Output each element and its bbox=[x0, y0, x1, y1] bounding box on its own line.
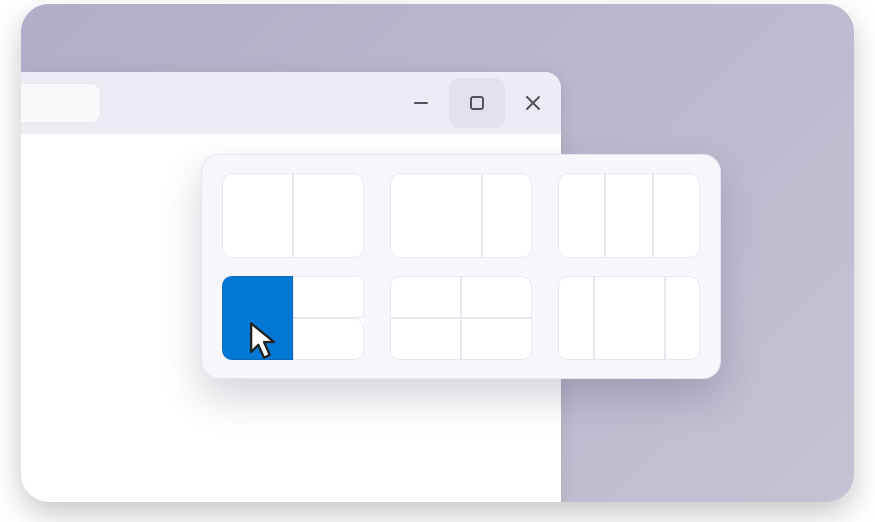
address-bar[interactable] bbox=[21, 83, 101, 123]
snap-zone-selected[interactable] bbox=[222, 276, 293, 361]
snap-zone[interactable] bbox=[605, 173, 652, 258]
snap-zone[interactable] bbox=[482, 173, 532, 258]
snap-layout-wide-center bbox=[558, 276, 700, 361]
snap-zone[interactable] bbox=[222, 173, 293, 258]
snap-zone[interactable] bbox=[461, 318, 532, 360]
snap-layout-quadrants bbox=[390, 276, 532, 361]
snap-zone[interactable] bbox=[390, 318, 461, 360]
snap-zone[interactable] bbox=[558, 276, 594, 361]
close-button[interactable] bbox=[505, 78, 561, 128]
window-titlebar bbox=[21, 72, 561, 134]
maximize-icon bbox=[468, 94, 486, 112]
snap-layout-three-columns bbox=[558, 173, 700, 258]
screenshot-stage bbox=[0, 0, 875, 522]
snap-layouts-flyout bbox=[201, 154, 721, 379]
snap-zone[interactable] bbox=[558, 173, 605, 258]
window-controls bbox=[393, 72, 561, 134]
snap-layout-split-70-30 bbox=[390, 173, 532, 258]
minimize-icon bbox=[412, 94, 430, 112]
snap-zone[interactable] bbox=[665, 276, 701, 361]
snap-layout-split-50-50 bbox=[222, 173, 364, 258]
snap-zone[interactable] bbox=[653, 173, 700, 258]
maximize-button[interactable] bbox=[449, 78, 505, 128]
desktop-wallpaper bbox=[21, 4, 854, 502]
minimize-button[interactable] bbox=[393, 78, 449, 128]
snap-zone[interactable] bbox=[293, 276, 364, 318]
snap-zone[interactable] bbox=[390, 276, 461, 318]
snap-zone[interactable] bbox=[594, 276, 665, 361]
close-icon bbox=[524, 94, 542, 112]
snap-zone[interactable] bbox=[293, 173, 364, 258]
snap-zone[interactable] bbox=[293, 318, 364, 360]
snap-layout-left-half-right-stack bbox=[222, 276, 364, 361]
snap-zone[interactable] bbox=[461, 276, 532, 318]
snap-zone[interactable] bbox=[390, 173, 482, 258]
